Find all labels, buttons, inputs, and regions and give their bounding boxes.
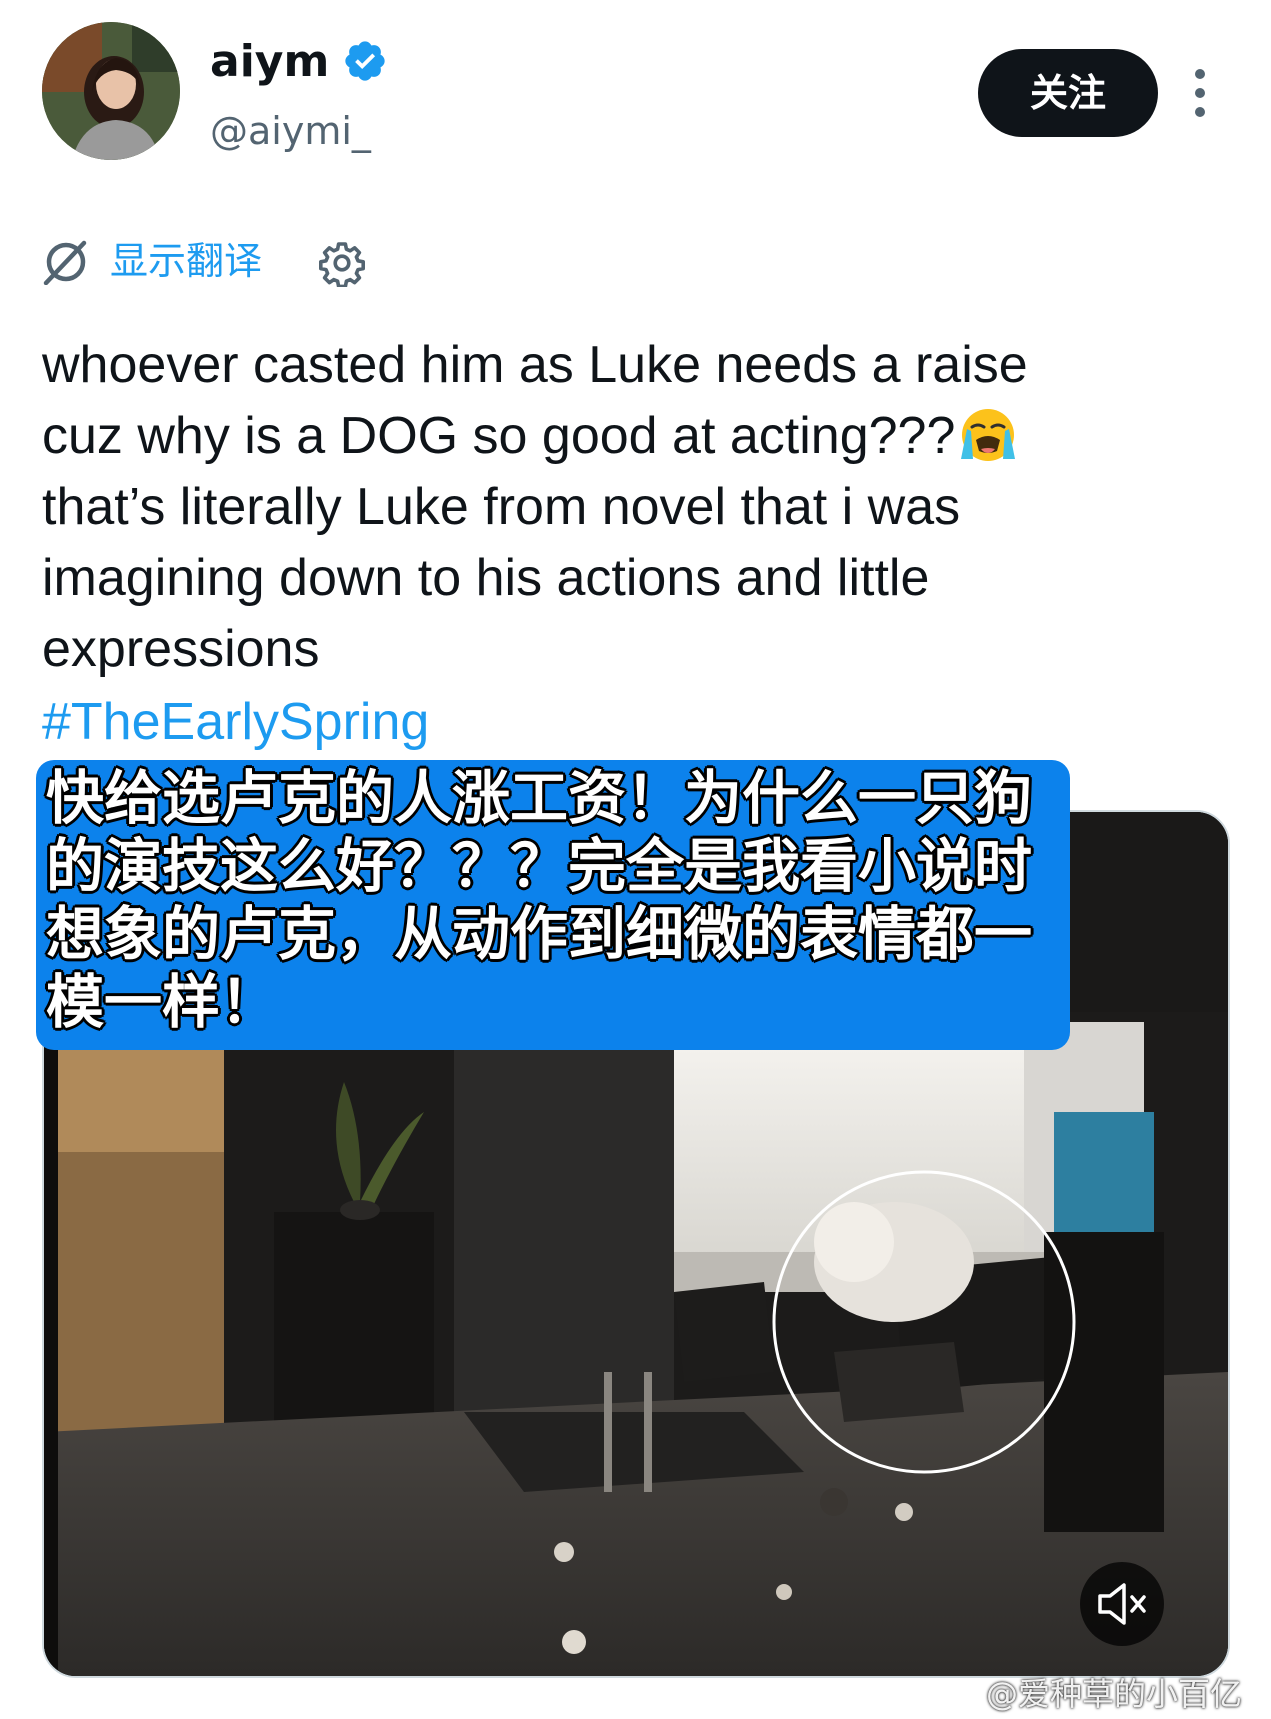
loudly-crying-face-icon bbox=[961, 409, 1016, 461]
caption-line: 模一样！ bbox=[46, 968, 279, 1036]
translate-icon bbox=[43, 240, 87, 285]
more-vertical-icon[interactable] bbox=[1188, 68, 1212, 118]
watermark-text: @爱种草的小百亿 bbox=[986, 1675, 1243, 1713]
show-translation-link[interactable]: 显示翻译 bbox=[110, 235, 262, 287]
caption-line: 快给选卢克的人涨工资！为什么一只狗 bbox=[46, 764, 1033, 832]
gear-icon[interactable] bbox=[318, 239, 366, 287]
author-display-name[interactable]: aiym bbox=[210, 36, 329, 88]
tweet-line: expressions bbox=[42, 620, 320, 678]
caption-line: 的演技这么好？？？完全是我看小说时 bbox=[46, 832, 1033, 900]
author-handle[interactable]: @aiymi_ bbox=[210, 108, 371, 154]
mute-toggle-button[interactable] bbox=[1080, 1562, 1164, 1646]
tweet-text: whoever casted him as Luke needs a raise… bbox=[42, 330, 1242, 685]
tweet-line: whoever casted him as Luke needs a raise bbox=[42, 336, 1028, 394]
tweet-line: imagining down to his actions and little bbox=[42, 549, 930, 607]
tweet-line: that’s literally Luke from novel that i … bbox=[42, 478, 961, 536]
tweet-line-with-emoji: cuz why is a DOG so good at acting??? bbox=[42, 401, 1242, 472]
caption-line: 想象的卢克，从动作到细微的表情都一 bbox=[46, 900, 1033, 968]
hashtag-link[interactable]: #TheEarlySpring bbox=[42, 687, 429, 757]
avatar[interactable] bbox=[42, 22, 180, 160]
avatar-photo bbox=[42, 22, 180, 160]
translation-caption-text: 快给选卢克的人涨工资！为什么一只狗 的演技这么好？？？完全是我看小说时 想象的卢… bbox=[46, 764, 1070, 1036]
tweet-line: cuz why is a DOG so good at acting??? bbox=[42, 407, 956, 465]
translation-caption-box: 快给选卢克的人涨工资！为什么一只狗 的演技这么好？？？完全是我看小说时 想象的卢… bbox=[36, 760, 1070, 1050]
muted-speaker-icon bbox=[1098, 1583, 1146, 1625]
follow-button[interactable]: 关注 bbox=[978, 49, 1158, 137]
weibo-logo-icon bbox=[940, 1682, 980, 1712]
verified-badge-icon bbox=[345, 41, 385, 81]
